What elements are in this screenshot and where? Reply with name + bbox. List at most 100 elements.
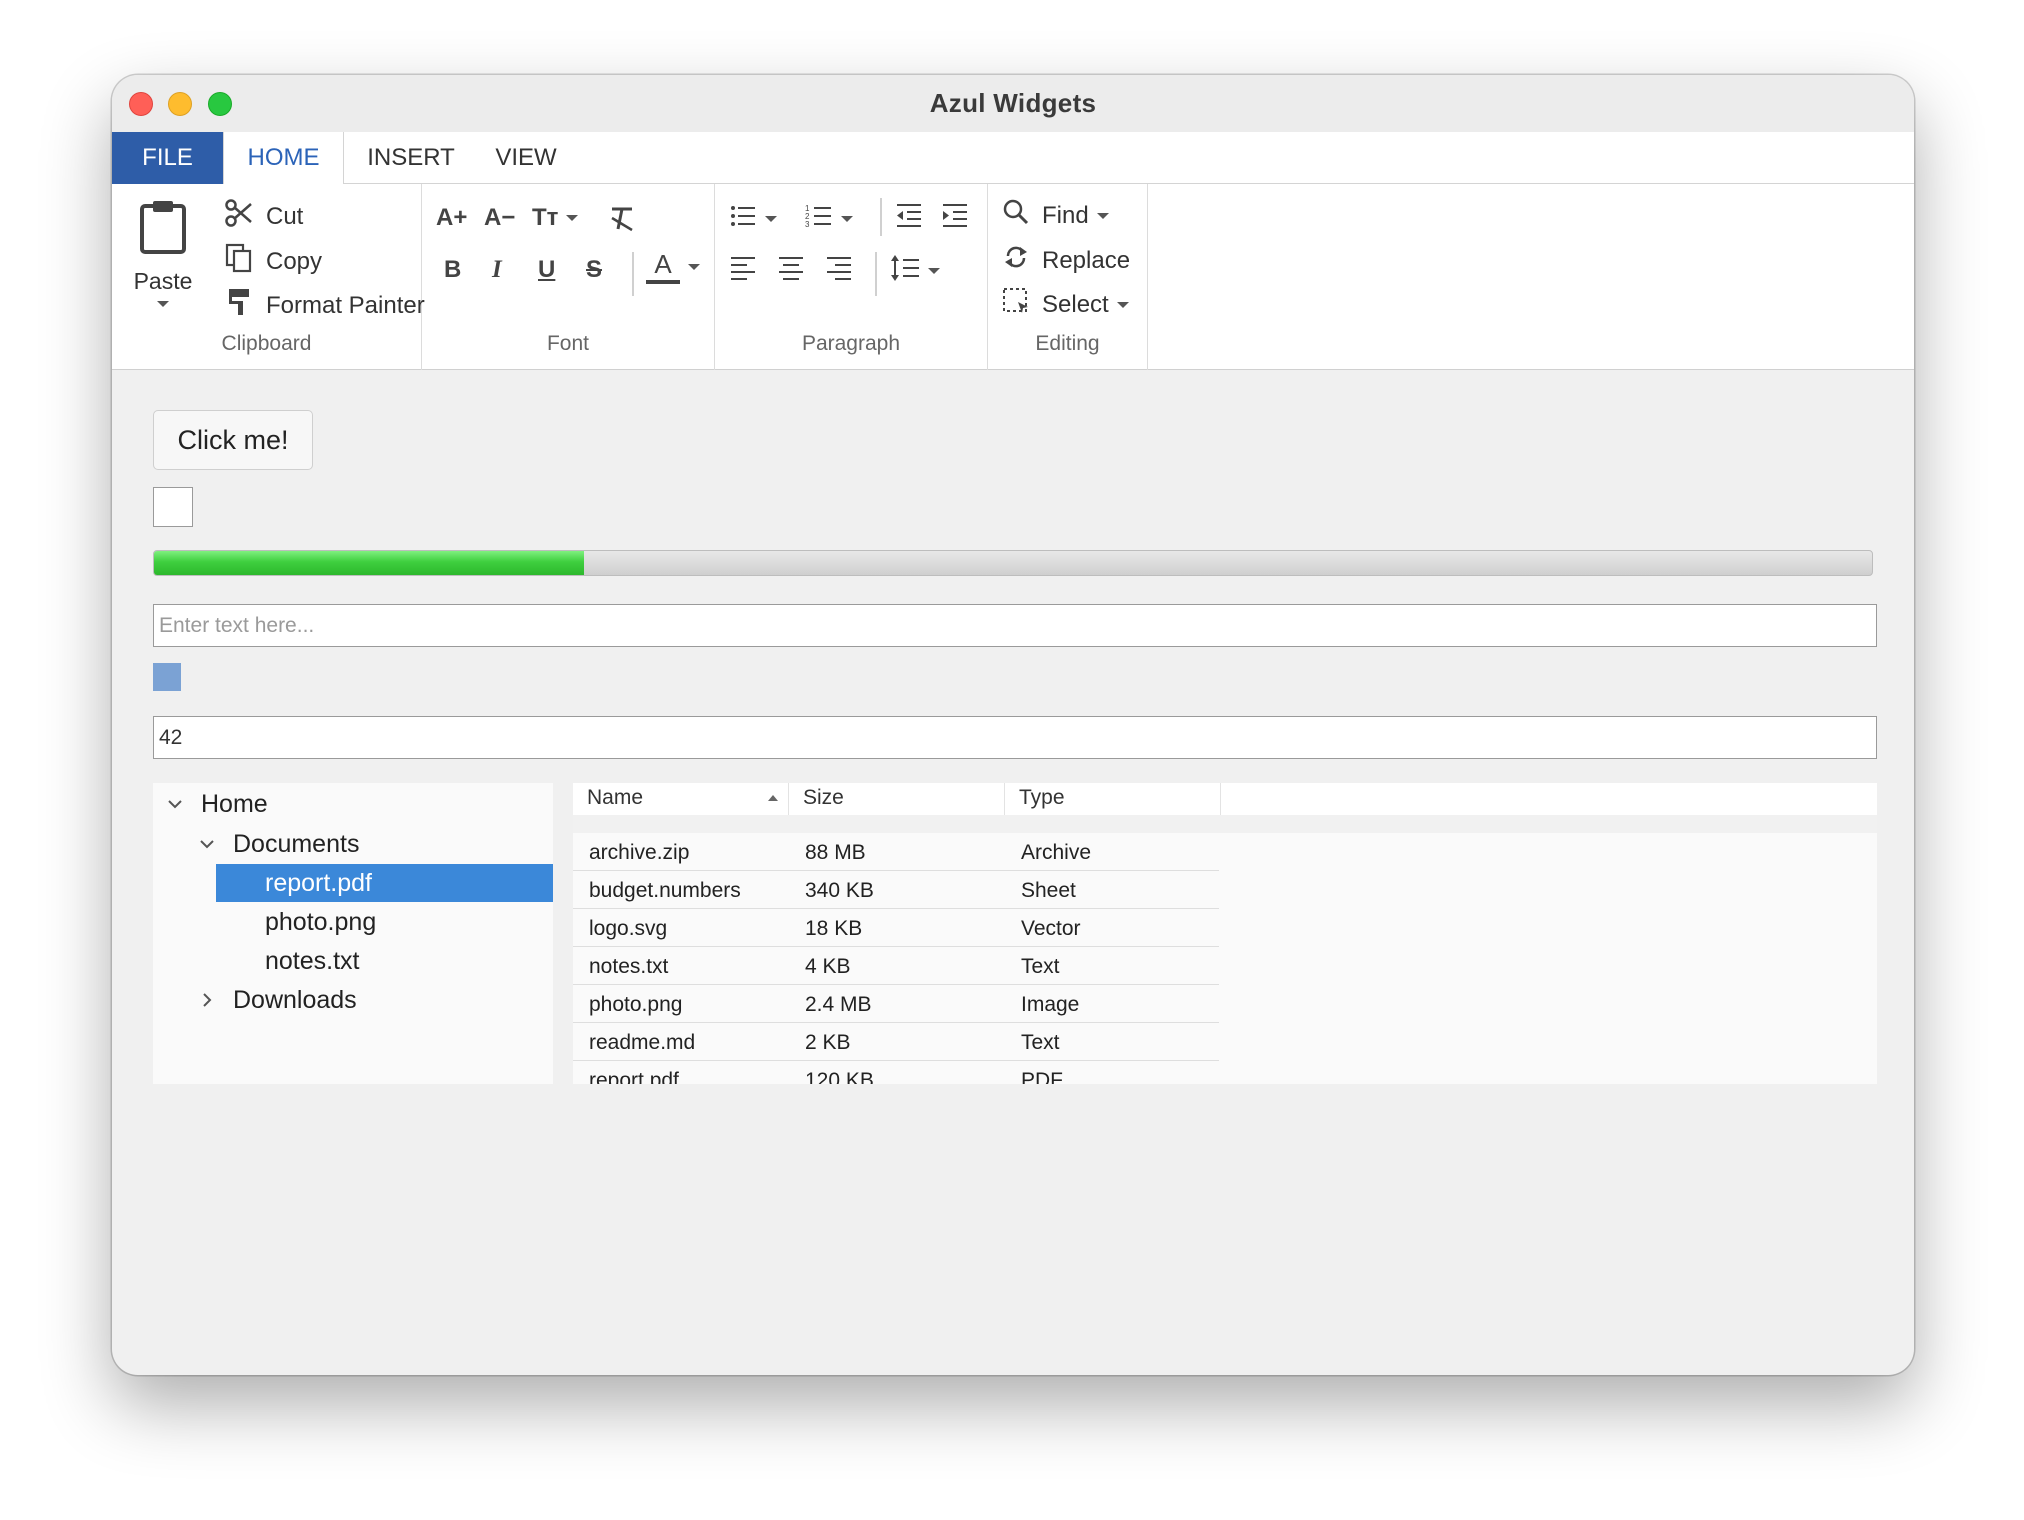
tree-node-label: notes.txt [265,947,360,975]
click-me-button[interactable]: Click me! [153,410,313,470]
format-painter-label: Format Painter [266,291,425,319]
sort-ascending-icon [768,795,778,801]
clear-formatting-icon [608,204,636,237]
paragraph-separator-bottom [875,252,877,296]
cell-name: logo.svg [589,917,668,940]
tree-node-home[interactable]: Home [153,785,553,823]
title-bar: Azul Widgets [112,75,1914,132]
cut-button[interactable]: Cut [224,198,303,235]
table-row[interactable]: readme.md 2 KB Text [573,1023,1219,1061]
number-input[interactable] [153,716,1877,759]
text-input[interactable] [153,604,1877,647]
line-spacing-button[interactable] [890,254,940,287]
table-row[interactable]: report.pdf 120 KB PDF [573,1061,1219,1084]
find-dropdown-arrow [1096,212,1109,219]
underline-button[interactable]: U [538,256,555,284]
column-header-type[interactable]: Type [1005,783,1221,815]
tree-node-notes-txt[interactable]: notes.txt [153,942,553,980]
cell-name: photo.png [589,993,683,1016]
chevron-down-icon[interactable] [197,825,217,863]
scissors-icon [224,198,254,235]
cell-size: 340 KB [805,879,874,902]
cell-size: 2.4 MB [805,993,872,1016]
find-button[interactable]: Find [1002,198,1109,233]
table-row[interactable]: logo.svg 18 KB Vector [573,909,1219,947]
format-painter-button[interactable]: Format Painter [224,287,425,324]
cell-name: report.pdf [589,1069,679,1084]
align-left-icon [729,254,757,287]
chevron-down-icon[interactable] [165,785,185,823]
align-center-icon [777,254,805,287]
paragraph-separator-top [880,198,882,236]
tree-node-report-pdf[interactable]: report.pdf [153,864,553,902]
column-header-size[interactable]: Size [789,783,1005,815]
decrease-indent-icon [895,202,923,235]
shrink-font-button[interactable]: A− [484,204,515,232]
paste-button[interactable]: Paste [130,198,196,307]
tab-view[interactable]: VIEW [484,132,568,184]
align-center-button[interactable] [777,254,805,287]
bullet-list-button[interactable] [729,202,777,235]
underline-icon: U [538,256,556,283]
clear-formatting-button[interactable] [608,204,636,237]
align-right-button[interactable] [825,254,853,287]
copy-icon [224,243,254,280]
tab-home[interactable]: HOME [223,132,344,186]
table-row[interactable]: notes.txt 4 KB Text [573,947,1219,985]
tab-insert[interactable]: INSERT [356,132,466,184]
replace-button[interactable]: Replace [1002,243,1130,278]
find-label: Find [1042,201,1089,229]
table-row[interactable]: budget.numbers 340 KB Sheet [573,871,1219,909]
font-color-button[interactable]: A [646,250,700,284]
copy-label: Copy [266,247,323,275]
select-button[interactable]: Select [1002,287,1129,322]
table-row[interactable]: archive.zip 88 MB Archive [573,833,1219,871]
shrink-font-icon: A− [484,204,516,231]
checkbox[interactable] [153,487,193,527]
column-header-name[interactable]: Name [573,783,789,815]
font-color-icon: A [646,250,680,284]
cell-size: 2 KB [805,1031,851,1054]
change-case-icon: Tт [532,204,559,231]
numbered-list-icon: 1 2 3 [805,202,833,235]
strikethrough-button[interactable]: S [586,256,602,284]
cell-type: Image [1021,993,1080,1016]
tree-node-downloads[interactable]: Downloads [153,981,553,1019]
bold-button[interactable]: B [444,256,461,284]
select-icon [1002,287,1030,322]
maximize-window-button[interactable] [208,92,232,116]
tab-file[interactable]: FILE [112,132,223,184]
font-group: A+ A− Tт B I U S A Font [422,184,715,370]
tree-view: Home Documents report.pdf photo.png note… [153,783,553,1084]
color-swatch[interactable] [153,663,181,691]
increase-indent-button[interactable] [941,202,969,235]
ribbon-tab-bar: FILE HOME INSERT VIEW [112,132,1914,186]
align-left-button[interactable] [729,254,757,287]
decrease-indent-button[interactable] [895,202,923,235]
content-area: Click me! Home Documents r [112,370,1914,1375]
bullet-list-dropdown-arrow [765,215,777,222]
cell-size: 120 KB [805,1069,874,1084]
select-label: Select [1042,290,1109,318]
minimize-window-button[interactable] [168,92,192,116]
copy-button[interactable]: Copy [224,243,322,280]
tree-node-photo-png[interactable]: photo.png [153,903,553,941]
italic-button[interactable]: I [492,256,502,284]
tree-node-label: photo.png [265,908,377,936]
window-title: Azul Widgets [929,88,1097,118]
cell-size: 4 KB [805,955,851,978]
numbered-list-button[interactable]: 1 2 3 [805,202,853,235]
tree-node-documents[interactable]: Documents [153,825,553,863]
change-case-button[interactable]: Tт [532,204,579,232]
change-case-dropdown-arrow [566,215,579,221]
close-window-button[interactable] [129,92,153,116]
cell-type: PDF [1021,1069,1063,1084]
chevron-right-icon[interactable] [197,981,217,1019]
select-dropdown-arrow [1116,301,1129,308]
editing-group-label: Editing [1035,332,1100,355]
grow-font-button[interactable]: A+ [436,204,467,232]
cell-type: Archive [1021,841,1092,864]
table-row[interactable]: photo.png 2.4 MB Image [573,985,1219,1023]
paste-label: Paste [133,268,193,294]
paintbrush-icon [224,287,254,324]
